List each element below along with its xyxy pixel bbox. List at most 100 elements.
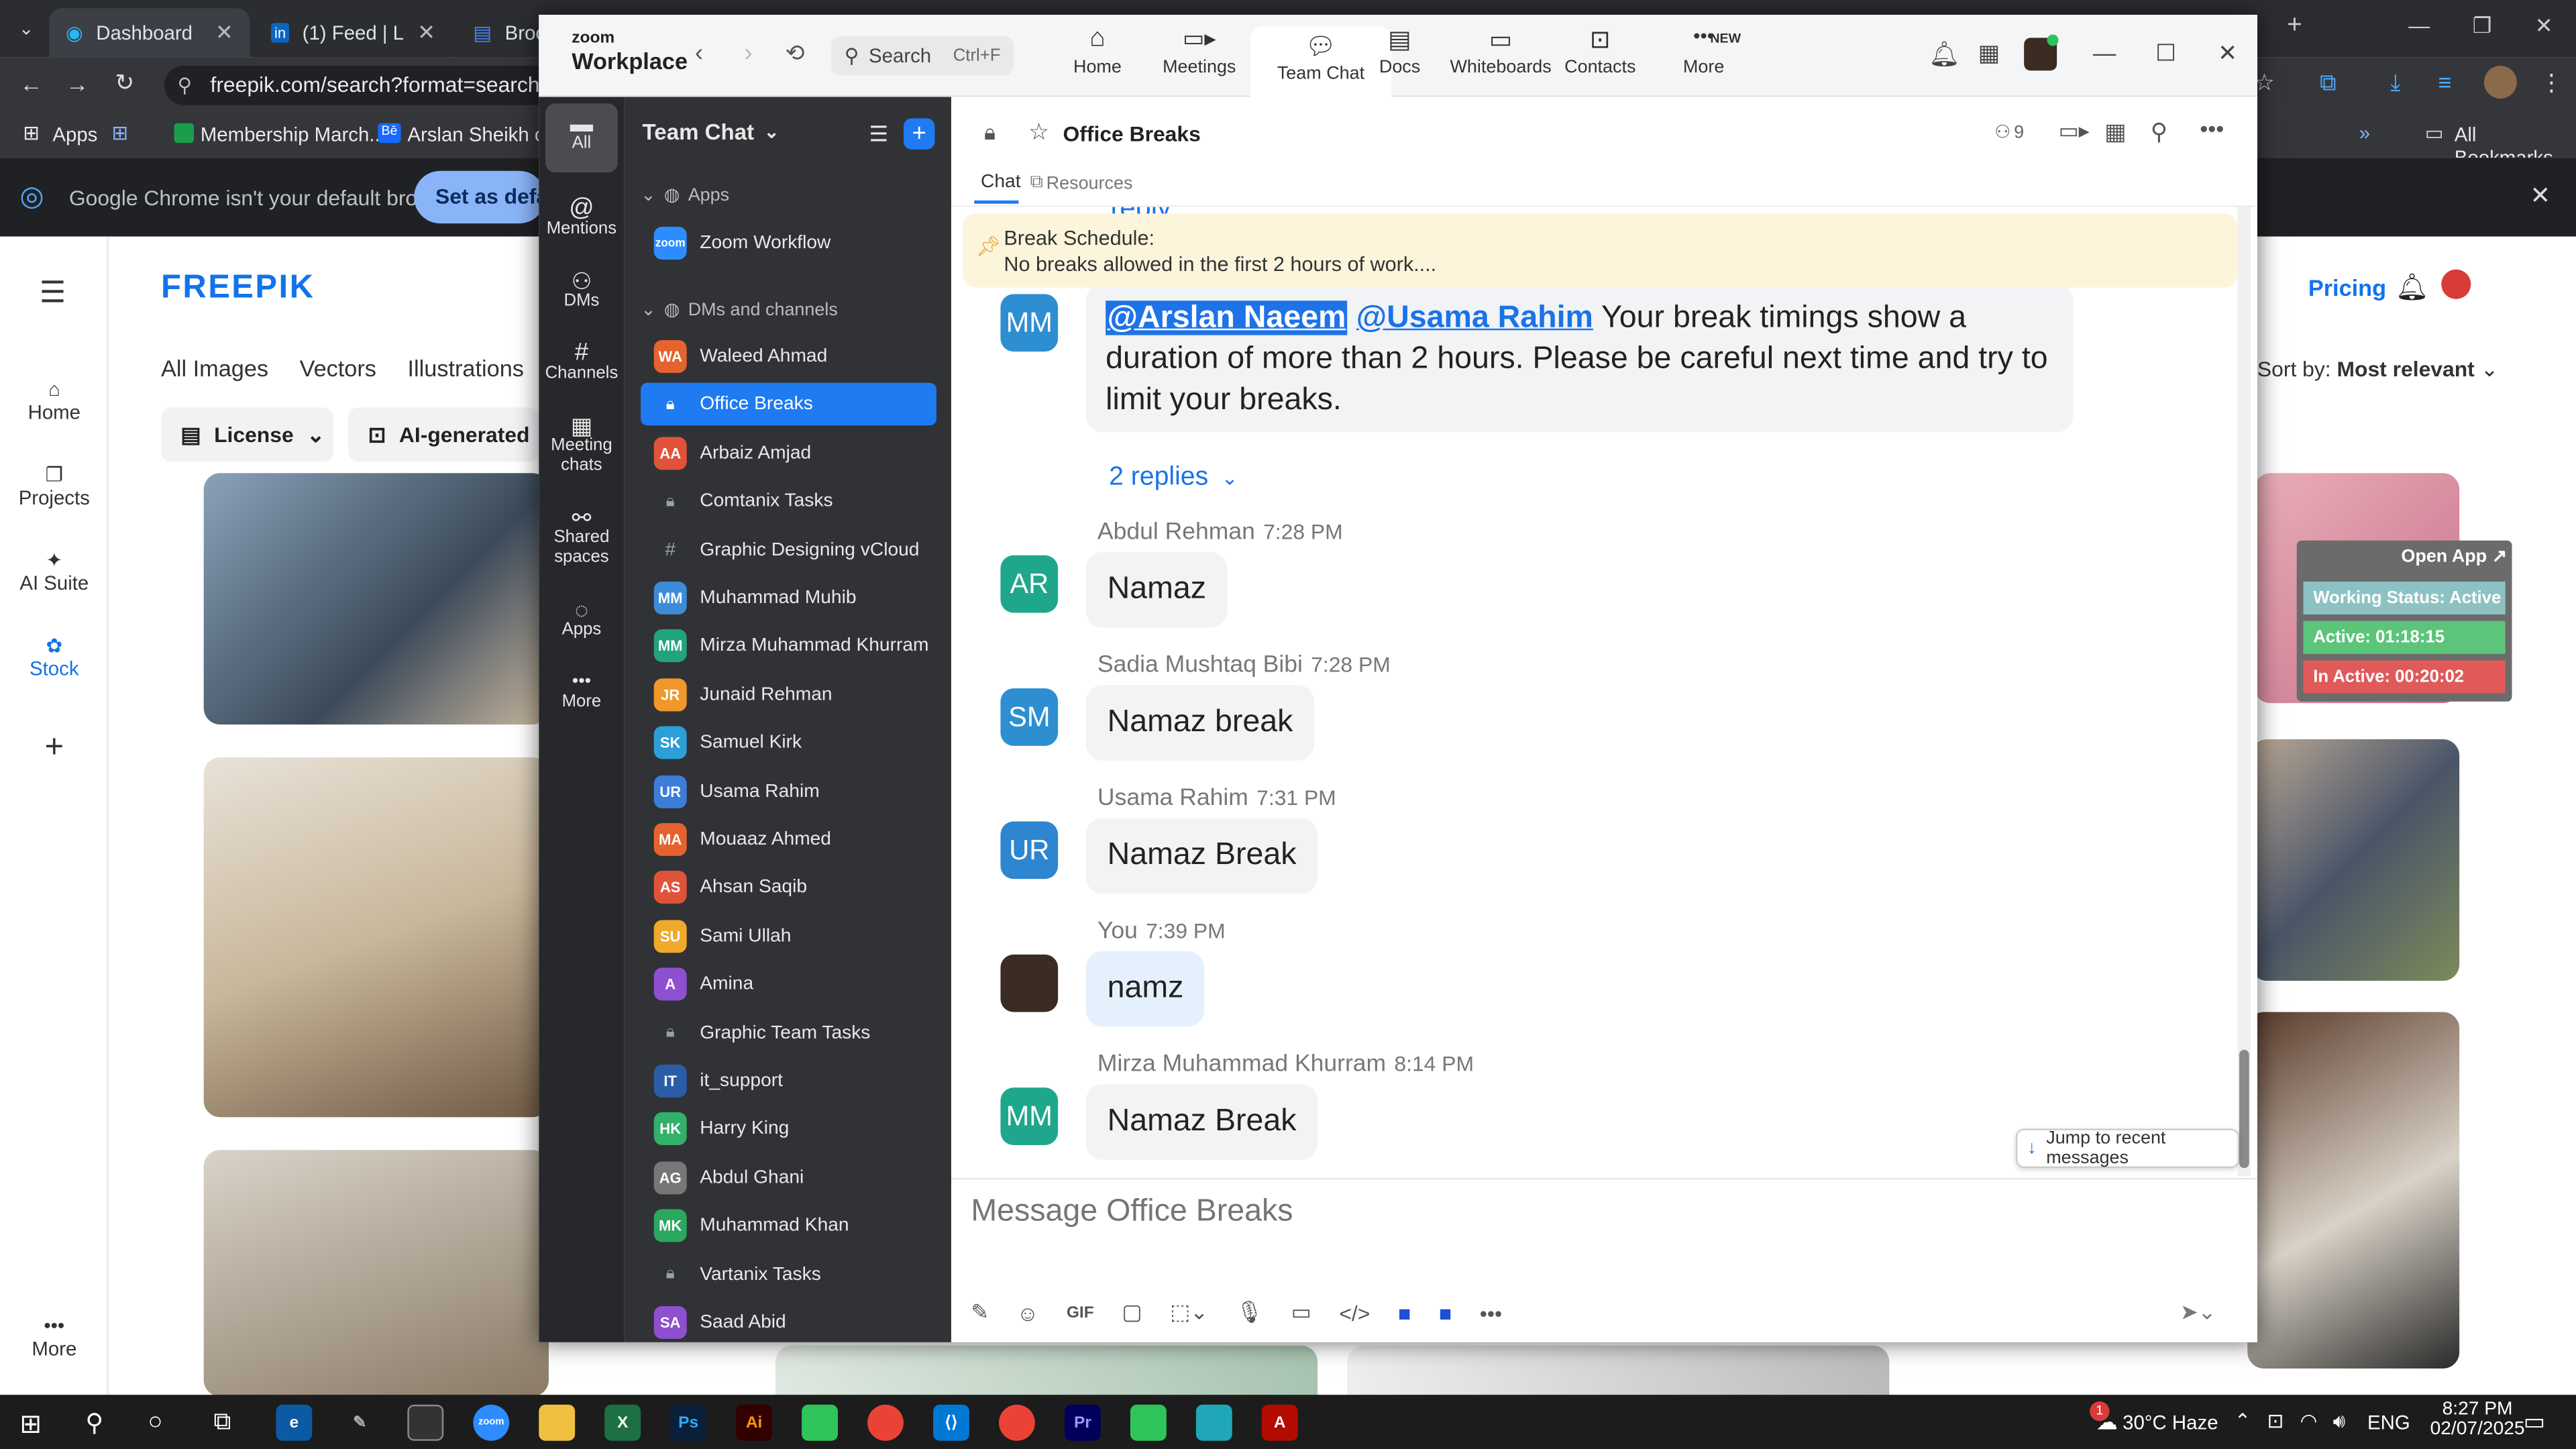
edge-taskbar-icon[interactable]: e (276, 1404, 313, 1441)
sidebar-item[interactable]: MM Muhammad Muhib (641, 577, 936, 620)
illustrator-taskbar-icon[interactable]: Ai (736, 1404, 773, 1441)
sidebar-item[interactable]: MK Muhammad Khan (641, 1205, 936, 1248)
star-icon[interactable]: ☆ (1028, 118, 1049, 146)
sender-name[interactable]: Mirza Muhammad Khurram (1097, 1051, 1386, 1077)
rail-meeting-chats[interactable]: ▦ Meeting chats (539, 414, 624, 475)
sender-name[interactable]: Sadia Mushtaq Bibi (1097, 652, 1303, 678)
stock-photo-laptop-desk[interactable] (203, 473, 549, 725)
rail-apps[interactable]: ◌ Apps (539, 598, 624, 639)
bookmark-apps[interactable]: Apps (52, 123, 97, 146)
sidebar-item[interactable]: 🔒︎ Graphic Team Tasks (641, 1012, 936, 1055)
notifications-icon[interactable]: ▭ (2524, 1408, 2545, 1436)
sort-select[interactable]: Most relevant (2337, 356, 2475, 381)
members-button[interactable]: ⚇ 9 (1994, 121, 2024, 143)
microphone-icon[interactable]: 🎙︎ (1236, 1299, 1263, 1326)
screenshot-icon[interactable]: ⬚⌄ (1170, 1299, 1208, 1326)
sidebar-item[interactable]: MM Mirza Muhammad Khurram (641, 625, 936, 668)
notification-bell-icon[interactable]: 🔔︎ (2396, 271, 2429, 304)
sidebar-item[interactable]: SU Sami Ullah (641, 915, 936, 958)
add-icon[interactable]: + (0, 729, 109, 767)
zoom-search-box[interactable]: ⚲ Search Ctrl+F (831, 36, 1014, 76)
profile-avatar[interactable] (2483, 65, 2517, 99)
menu-icon[interactable]: ⋮ (2540, 69, 2563, 97)
terminal-taskbar-icon[interactable] (407, 1404, 444, 1441)
nav-whiteboards[interactable]: ▭ Whiteboards (1448, 25, 1554, 77)
sender-name[interactable]: Abdul Rehman (1097, 519, 1255, 545)
ai-generated-filter[interactable]: ⊡ AI-generated (348, 407, 539, 462)
tab-illustrations[interactable]: Illustrations (408, 355, 524, 381)
sidebar-item[interactable]: AA Arbaiz Amjad (641, 432, 936, 475)
sender-avatar[interactable]: AR (1000, 555, 1059, 613)
sender-avatar[interactable]: UR (1000, 821, 1059, 879)
sidebar-item[interactable]: 🔒︎ Comtanix Tasks (641, 480, 936, 523)
sender-avatar[interactable]: SM (1000, 688, 1059, 746)
back-arrow-icon[interactable]: ‹ (695, 40, 703, 68)
nav-projects[interactable]: ❐ Projects (0, 464, 109, 510)
nav-stock[interactable]: ✿ Stock (0, 634, 109, 680)
photoshop-taskbar-icon[interactable]: Ps (670, 1404, 707, 1441)
wifi-icon[interactable]: ◠ (2300, 1409, 2318, 1432)
volume-icon[interactable]: 🔊︎ (2333, 1409, 2346, 1434)
app-teal-taskbar-icon[interactable] (1195, 1404, 1232, 1441)
schedule-icon[interactable]: ▦ (2104, 118, 2126, 146)
bookmark-membership[interactable]: Membership March... (201, 123, 386, 146)
network-icon[interactable]: ⊡ (2267, 1409, 2284, 1432)
nav-docs[interactable]: ▤ Docs (1350, 25, 1449, 77)
sidebar-item[interactable]: IT it_support (641, 1060, 936, 1103)
app-green-2-taskbar-icon[interactable] (1130, 1404, 1167, 1441)
nav-meetings[interactable]: ▭▸ Meetings (1150, 25, 1248, 77)
stock-photo-magnifier[interactable] (2247, 1012, 2460, 1369)
close-tab-icon[interactable]: ✕ (417, 19, 435, 46)
gif-icon[interactable]: GIF (1067, 1303, 1094, 1322)
app-shortcut-2-icon[interactable]: ■ (1439, 1300, 1452, 1325)
forward-icon[interactable]: → (66, 70, 89, 97)
scrollbar-thumb[interactable] (2239, 1049, 2249, 1169)
minimize-icon[interactable]: — (2093, 40, 2116, 66)
license-filter[interactable]: ▤ License ⌄ (161, 407, 334, 462)
pricing-link[interactable]: Pricing (2308, 274, 2386, 301)
team-chat-title[interactable]: Team Chat ⌄ (643, 120, 780, 145)
replies-link[interactable]: 2 replies ⌄ (1109, 464, 1238, 493)
sidebar-item[interactable]: 🔒︎ Vartanix Tasks (641, 1253, 936, 1296)
apps-section-header[interactable]: ⌄ ◍ Apps (641, 184, 729, 206)
video-message-icon[interactable]: ▭ (1291, 1299, 1311, 1326)
sidebar-item[interactable]: SA Saad Abid (641, 1301, 936, 1344)
sidebar-item[interactable]: AG Abdul Ghani (641, 1157, 936, 1199)
filter-icon[interactable]: ☰ (869, 121, 889, 148)
clock[interactable]: 8:27 PM 02/07/2025 (2428, 1400, 2527, 1440)
rail-shared-spaces[interactable]: ⚯ Shared spaces (539, 506, 624, 567)
language-indicator[interactable]: ENG (2367, 1411, 2410, 1434)
nav-ai-suite[interactable]: ✦ AI Suite (0, 549, 109, 595)
pinned-banner[interactable]: 📌︎ Break Schedule: No breaks allowed in … (963, 213, 2238, 288)
sidebar-item[interactable]: WA Waleed Ahmad (641, 335, 936, 378)
restore-icon[interactable]: ❐ (2473, 13, 2492, 40)
user-avatar[interactable] (2441, 269, 2471, 299)
nav-more[interactable]: ••• NEW More (1654, 25, 1753, 77)
file-icon[interactable]: ▢ (1122, 1299, 1142, 1326)
stock-photo-compliance[interactable] (2251, 739, 2460, 981)
premiere-taskbar-icon[interactable]: Pr (1064, 1404, 1101, 1441)
jump-to-recent-button[interactable]: ↓ Jump to recent messages (2015, 1128, 2239, 1169)
video-call-icon[interactable]: ▭▸ (2059, 118, 2090, 144)
notification-bell-icon[interactable]: 🔔︎ (1929, 40, 1960, 69)
sidebar-item[interactable]: MA Mouaaz Ahmed (641, 818, 936, 861)
reload-icon[interactable]: ↻ (115, 69, 134, 97)
stock-photo-shelf[interactable] (203, 1150, 549, 1397)
sidebar-item[interactable]: SK Samuel Kirk (641, 722, 936, 765)
chrome-taskbar-icon[interactable] (867, 1404, 904, 1441)
nav-home[interactable]: ⌂ Home (1048, 25, 1146, 77)
app-green-taskbar-icon[interactable] (802, 1404, 838, 1441)
tab-search-icon[interactable]: ⌄ (10, 13, 43, 43)
new-tab-icon[interactable]: + (2287, 11, 2302, 41)
site-info-icon[interactable]: ⚲ (177, 66, 192, 105)
close-icon[interactable]: ✕ (2218, 40, 2237, 68)
more-options-icon[interactable]: ••• (2200, 115, 2224, 141)
scrollbar-track[interactable] (2237, 207, 2251, 1177)
tab-resources[interactable]: ⧉ Resources (1030, 172, 1133, 194)
app-zoom-workflow[interactable]: zoom Zoom Workflow (641, 222, 936, 265)
close-window-icon[interactable]: ✕ (2535, 13, 2553, 40)
app-shortcut-icon[interactable]: ■ (1398, 1300, 1411, 1325)
file-explorer-taskbar-icon[interactable] (539, 1404, 576, 1441)
sidebar-item[interactable]: UR Usama Rahim (641, 770, 936, 813)
minimize-icon[interactable]: — (2408, 13, 2430, 38)
